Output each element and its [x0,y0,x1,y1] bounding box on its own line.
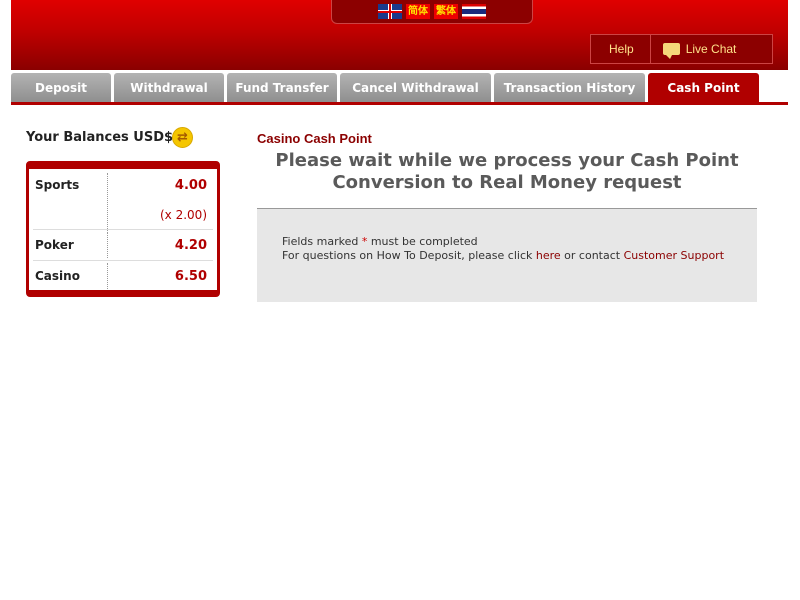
column-divider [107,232,108,258]
tab-underline [11,102,788,105]
tab-cash-point[interactable]: Cash Point [648,73,759,103]
info-panel: Fields marked * must be completed For qu… [257,208,757,302]
live-chat-link[interactable]: Live Chat [651,35,749,63]
simplified-chinese-flag-icon[interactable]: 简体 [406,4,430,19]
tab-cancel-withdrawal[interactable]: Cancel Withdrawal [340,73,491,102]
balance-label: Poker [35,238,74,252]
top-links-bar: Help Live Chat [590,34,773,64]
note-text: For questions on How To Deposit, please … [282,249,533,262]
live-chat-label: Live Chat [685,42,737,56]
balance-value: 4.00 [174,178,207,193]
tab-withdrawal[interactable]: Withdrawal [114,73,224,102]
balances-panel: Sports 4.00 (x 2.00) Poker 4.20 Casino 6… [26,161,220,297]
note-text: Fields marked [282,235,359,248]
row-divider [33,229,213,230]
column-divider [107,173,108,231]
balance-value: 6.50 [174,269,207,284]
thai-flag-icon[interactable] [462,4,486,19]
help-link[interactable]: Help [591,35,651,63]
tab-transaction-history[interactable]: Transaction History [494,73,645,102]
status-headline: Please wait while we process your Cash P… [257,150,757,194]
headline-line: Conversion to Real Money request [332,172,682,193]
help-note: For questions on How To Deposit, please … [282,249,724,262]
section-title: Casino Cash Point [257,131,372,146]
balance-label: Casino [35,269,80,283]
refresh-icon[interactable]: ⇄ [172,127,193,148]
required-fields-note: Fields marked * must be completed [282,235,478,248]
balance-multiplier: (x 2.00) [160,208,207,222]
balances-title: Your Balances USD$ [26,130,174,145]
traditional-chinese-flag-icon[interactable]: 繁体 [434,4,458,19]
customer-support-link[interactable]: Customer Support [624,249,724,262]
column-divider [107,263,108,289]
required-asterisk: * [361,235,368,248]
tab-bar: Deposit Withdrawal Fund Transfer Cancel … [11,73,788,104]
headline-line: Please wait while we process your Cash P… [275,150,739,171]
tab-fund-transfer[interactable]: Fund Transfer [227,73,337,102]
here-link[interactable]: here [536,249,561,262]
row-divider [33,260,213,261]
chat-bubble-icon [662,43,680,59]
note-text: must be completed [370,235,478,248]
tab-deposit[interactable]: Deposit [11,73,111,102]
balance-value: 4.20 [174,238,207,253]
language-selector: 简体 繁体 [331,0,533,24]
uk-flag-icon[interactable] [378,4,402,19]
note-text: or contact [564,249,621,262]
balance-label: Sports [35,178,80,192]
